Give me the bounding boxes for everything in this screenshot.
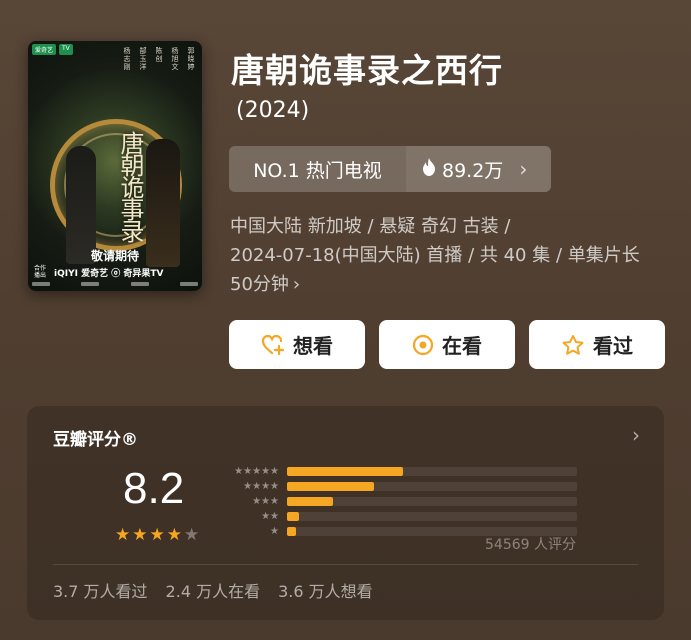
star-filled-icon: ★ <box>166 525 182 545</box>
rating-count: 54569 人评分 <box>485 537 576 553</box>
divider <box>53 564 638 565</box>
poster-cast: 杨志刚 郜玉洋 陈创 杨旭文 郭晓婷 <box>123 47 195 71</box>
meta-line: 2024-07-18(中国大陆) 首播 / 共 40 集 / 单集片长 <box>230 245 640 266</box>
meta-more[interactable]: 50分钟 › <box>230 270 670 299</box>
rating-bar-row: ★★★★★ <box>225 464 577 478</box>
rank-label: NO.1 热门电视 <box>229 146 406 192</box>
star-filled-icon: ★ <box>132 525 148 545</box>
star-outline-icon <box>561 334 585 356</box>
rating-score: 8.2 <box>123 464 185 513</box>
star-filled-icon: ★ <box>149 525 165 545</box>
want-button[interactable]: 想看 <box>229 320 365 369</box>
show-year: (2024) <box>236 98 310 123</box>
rating-bar-stars: ★ <box>270 525 279 537</box>
chevron-right-icon: › <box>292 274 301 295</box>
rating-bar-row: ★★★ <box>225 494 577 508</box>
rating-bar-row: ★★★★ <box>225 479 577 493</box>
rating-bar-fill <box>287 481 374 491</box>
rating-stars: ★ ★ ★ ★ ★ <box>115 525 199 545</box>
want-count[interactable]: 3.6 万人想看 <box>278 578 373 602</box>
rating-bar-stars: ★★★★★ <box>234 465 279 477</box>
poster-logos: 爱奇艺 TV <box>32 44 73 55</box>
rating-bar-fill <box>287 526 296 536</box>
meta-line: 中国大陆 新加坡 / 悬疑 奇幻 古装 / <box>230 216 511 237</box>
rating-bar-row: ★★ <box>225 509 577 523</box>
chevron-right-icon[interactable]: › <box>632 423 640 447</box>
target-icon <box>412 334 434 356</box>
rating-bar-track <box>287 481 577 491</box>
heart-plus-icon <box>261 334 285 356</box>
show-meta: 中国大陆 新加坡 / 悬疑 奇幻 古装 / 2024-07-18(中国大陆) 首… <box>230 212 670 299</box>
rating-bar-track <box>287 511 577 521</box>
watching-button[interactable]: 在看 <box>379 320 515 369</box>
rating-bar-fill <box>287 466 403 476</box>
poster-coming-text: 敬请期待 <box>90 249 139 263</box>
rating-bar-fill <box>287 511 299 521</box>
rating-bar-stars: ★★★ <box>252 495 279 507</box>
watched-count[interactable]: 3.7 万人看过 <box>53 578 148 602</box>
action-buttons: 想看 在看 看过 <box>229 320 665 369</box>
poster-platforms: 合作播出 iQIYI 爱奇艺 ⓞ 奇异果TV <box>34 265 164 279</box>
rank-pill[interactable]: NO.1 热门电视 89.2万 › <box>229 146 551 192</box>
watched-button[interactable]: 看过 <box>529 320 665 369</box>
rating-header: 豆瓣评分® <box>53 430 138 450</box>
audience-stats: 3.7 万人看过 2.4 万人在看 3.6 万人想看 <box>53 578 373 602</box>
star-empty-icon: ★ <box>184 525 200 545</box>
show-title: 唐朝诡事录之西行 <box>231 51 503 90</box>
chevron-right-icon: › <box>519 157 528 181</box>
heat-value: 89.2万 › <box>406 146 551 192</box>
rating-bar-stars: ★★ <box>261 510 279 522</box>
poster-image[interactable]: 爱奇艺 TV 杨志刚 郜玉洋 陈创 杨旭文 郭晓婷 唐朝诡事录 敬请期待 合作播出 iQ… <box>28 41 202 291</box>
rating-distribution: ★★★★★ ★★★★ ★★★ ★★ ★ <box>225 464 577 539</box>
flame-icon <box>422 157 436 181</box>
rating-bar-fill <box>287 496 334 506</box>
rating-bar-track <box>287 496 577 506</box>
rating-bar-track <box>287 466 577 476</box>
star-filled-icon: ★ <box>115 525 131 545</box>
rating-card[interactable]: 豆瓣评分® › 8.2 ★ ★ ★ ★ ★ ★★★★★ ★★★★ ★★★ ★★ ★ 54569 … <box>27 406 664 620</box>
subject-page: 爱奇艺 TV 杨志刚 郜玉洋 陈创 杨旭文 郭晓婷 唐朝诡事录 敬请期待 合作播出 iQ… <box>0 0 691 640</box>
poster-title-art: 唐朝诡事录 <box>116 131 144 241</box>
rating-bar-stars: ★★★★ <box>243 480 279 492</box>
watching-count[interactable]: 2.4 万人在看 <box>166 578 261 602</box>
